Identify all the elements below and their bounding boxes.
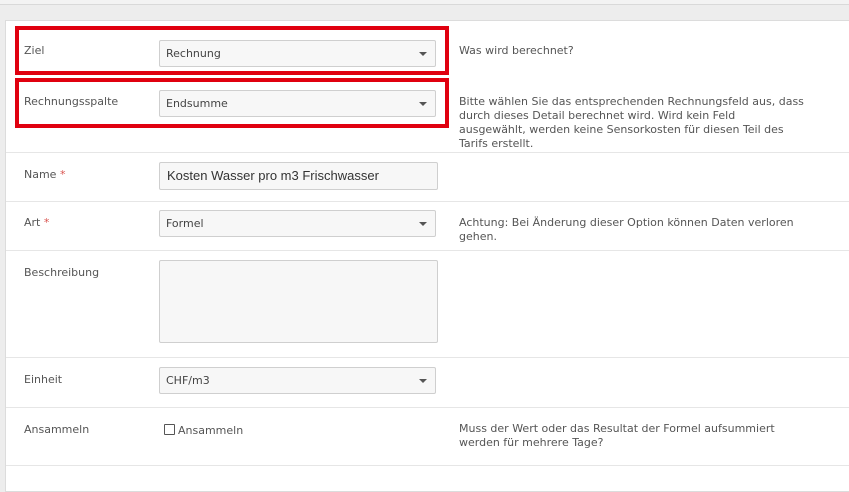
caret-down-icon xyxy=(419,379,427,383)
beschreibung-textarea[interactable] xyxy=(159,260,438,343)
ansammeln-help: Muss der Wert oder das Resultat der Form… xyxy=(459,422,775,449)
ansammeln-checkbox-label: Ansammeln xyxy=(178,424,244,437)
rechnungsspalte-help: Bitte wählen Sie das entsprechenden Rech… xyxy=(459,95,804,150)
ansammeln-checkbox[interactable] xyxy=(164,424,175,435)
divider xyxy=(6,465,849,466)
required-marker: * xyxy=(59,168,66,181)
name-input[interactable]: Kosten Wasser pro m3 Frischwasser xyxy=(159,162,438,190)
einheit-select-value: CHF/m3 xyxy=(166,374,210,387)
ziel-help: Was wird berechnet? xyxy=(459,44,574,57)
art-label: Art * xyxy=(24,216,50,229)
divider xyxy=(6,250,849,251)
caret-down-icon xyxy=(419,222,427,226)
divider xyxy=(6,201,849,202)
form-panel: Ziel Rechnung Was wird berechnet? Rechnu… xyxy=(5,20,849,492)
art-select-value: Formel xyxy=(166,217,204,230)
einheit-select[interactable]: CHF/m3 xyxy=(159,367,436,394)
ansammeln-label: Ansammeln xyxy=(24,423,90,436)
ansammeln-checkbox-group[interactable]: Ansammeln xyxy=(164,424,243,437)
einheit-label: Einheit xyxy=(24,373,63,386)
divider xyxy=(6,152,849,153)
divider xyxy=(6,407,849,408)
divider xyxy=(6,357,849,358)
art-select[interactable]: Formel xyxy=(159,210,436,237)
name-label: Name * xyxy=(24,168,66,181)
art-help: Achtung: Bei Änderung dieser Option könn… xyxy=(459,216,794,243)
required-marker: * xyxy=(43,216,50,229)
beschreibung-label: Beschreibung xyxy=(24,266,100,279)
highlight-box-ziel xyxy=(15,26,449,75)
highlight-box-rechnungsspalte xyxy=(15,78,449,128)
top-bar xyxy=(0,0,849,5)
